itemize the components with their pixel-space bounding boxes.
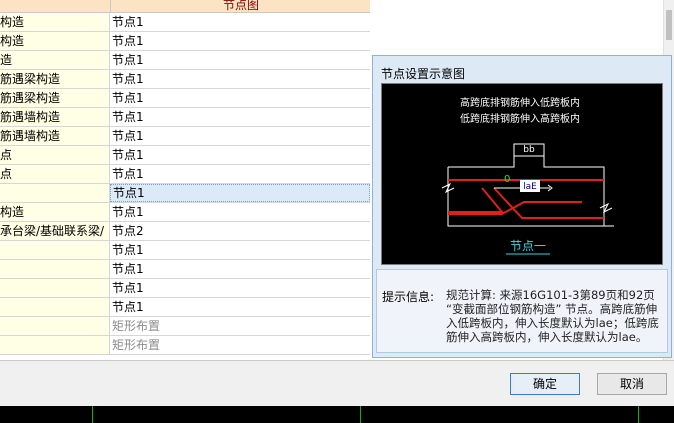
- lae-label: laE: [523, 182, 537, 192]
- table-row[interactable]: 造节点1: [0, 51, 370, 70]
- drawing-canvas-strip: [0, 406, 674, 423]
- row-node-value[interactable]: 矩形布置: [110, 336, 370, 354]
- row-node-value[interactable]: 节点1: [110, 32, 370, 50]
- row-node-value[interactable]: 节点1: [110, 89, 370, 107]
- row-label: 构造: [0, 203, 110, 221]
- column-header-node-diagram: 节点图: [110, 0, 370, 13]
- table-row[interactable]: 节点1: [0, 279, 370, 298]
- scrollbar-thumb[interactable]: [666, 10, 672, 40]
- canvas-grid-line: [92, 406, 93, 423]
- info-box: 提示信息: 规范计算: 来源16G101-3第89页和92页 “变截面部位钢筋构…: [376, 269, 668, 353]
- table-row[interactable]: 节点1: [0, 241, 370, 260]
- row-label: 筋遇梁构造: [0, 89, 110, 107]
- table-row[interactable]: 构造 节点1: [0, 13, 370, 32]
- table-row[interactable]: 节点1: [0, 298, 370, 317]
- row-label: [0, 184, 110, 202]
- row-label: [0, 317, 110, 335]
- table-row[interactable]: 节点1: [0, 260, 370, 279]
- row-label: 筋遇墙构造: [0, 127, 110, 145]
- cancel-button[interactable]: 取消: [597, 373, 667, 395]
- info-text: 规范计算: 来源16G101-3第89页和92页 “变截面部位钢筋构造” 节点。…: [446, 288, 659, 344]
- row-node-value[interactable]: 节点1: [110, 184, 370, 202]
- row-node-value[interactable]: 节点1: [110, 13, 370, 31]
- dialog-button-bar: 确定 取消: [0, 360, 674, 407]
- row-node-value[interactable]: 节点1: [110, 127, 370, 145]
- dim-label: bb: [523, 145, 535, 155]
- diagram-line2: 低跨底排钢筋伸入高跨板内: [460, 112, 580, 125]
- table-row[interactable]: 筋遇墙构造 节点1: [0, 108, 370, 127]
- row-label: 筋遇梁构造: [0, 70, 110, 88]
- grid-header-blank: [0, 0, 110, 13]
- canvas-grid-line: [638, 406, 639, 423]
- row-label: [0, 279, 110, 297]
- table-row[interactable]: 矩形布置: [0, 336, 370, 355]
- row-node-value[interactable]: 节点2: [110, 222, 370, 240]
- canvas-grid-line: [360, 406, 361, 423]
- row-node-value[interactable]: 节点1: [110, 51, 370, 69]
- node-diagram-popup: 节点设置示意图 高跨底排钢筋伸入低跨板内 低跨底排钢筋伸入高跨板内 bb 0 l…: [372, 55, 672, 358]
- ok-button[interactable]: 确定: [510, 373, 580, 395]
- row-node-value[interactable]: 节点1: [110, 260, 370, 278]
- table-row[interactable]: 筋遇梁构造 节点1: [0, 70, 370, 89]
- table-row[interactable]: 承台梁/基础联系梁/节点2: [0, 222, 370, 241]
- row-label: 筋遇墙构造: [0, 108, 110, 126]
- info-label: 提示信息:: [382, 290, 435, 304]
- row-label: [0, 298, 110, 316]
- row-node-value[interactable]: 节点1: [110, 298, 370, 316]
- row-node-value[interactable]: 节点1: [110, 279, 370, 297]
- table-row[interactable]: 构造 节点1: [0, 32, 370, 51]
- row-label: 构造: [0, 13, 110, 31]
- row-node-value[interactable]: 节点1: [110, 70, 370, 88]
- row-label: 点: [0, 165, 110, 183]
- row-node-value[interactable]: 节点1: [110, 241, 370, 259]
- row-label: 构造: [0, 32, 110, 50]
- row-node-value[interactable]: 节点1: [110, 146, 370, 164]
- table-row[interactable]: 筋遇墙构造 节点1: [0, 127, 370, 146]
- row-node-value[interactable]: 矩形布置: [110, 317, 370, 335]
- table-row[interactable]: 矩形布置: [0, 317, 370, 336]
- table-row[interactable]: 构造 节点1: [0, 203, 370, 222]
- node-settings-grid: 节点图 构造 节点1 构造 节点1 造节点1 筋遇梁构造 节点1 筋遇梁构造 节点1 筋遇墙构造节…: [0, 0, 370, 360]
- row-label: [0, 336, 110, 354]
- grid-rows: 构造 节点1 构造 节点1 造节点1 筋遇梁构造 节点1 筋遇梁构造 节点1 筋遇墙构造 节点1 筋遇…: [0, 13, 370, 355]
- table-row[interactable]: 节点1: [0, 184, 370, 203]
- table-row[interactable]: 点节点1: [0, 146, 370, 165]
- row-label: 造: [0, 51, 110, 69]
- row-node-value[interactable]: 节点1: [110, 165, 370, 183]
- table-row[interactable]: 点节点1: [0, 165, 370, 184]
- table-row[interactable]: 筋遇梁构造 节点1: [0, 89, 370, 108]
- row-label: [0, 260, 110, 278]
- row-label: 点: [0, 146, 110, 164]
- diagram-svg: 高跨底排钢筋伸入低跨板内 低跨底排钢筋伸入高跨板内 bb 0 laE 节点一: [441, 96, 614, 255]
- zero-label: 0: [504, 174, 510, 185]
- row-node-value[interactable]: 节点1: [110, 108, 370, 126]
- diagram-caption: 节点一: [510, 239, 546, 253]
- row-label: [0, 241, 110, 259]
- popup-title: 节点设置示意图: [381, 67, 466, 81]
- row-node-value[interactable]: 节点1: [110, 203, 370, 221]
- row-label: 承台梁/基础联系梁/: [0, 222, 110, 240]
- node-diagram: 高跨底排钢筋伸入低跨板内 低跨底排钢筋伸入高跨板内 bb 0 laE 节点一: [381, 83, 663, 265]
- diagram-line1: 高跨底排钢筋伸入低跨板内: [460, 96, 580, 109]
